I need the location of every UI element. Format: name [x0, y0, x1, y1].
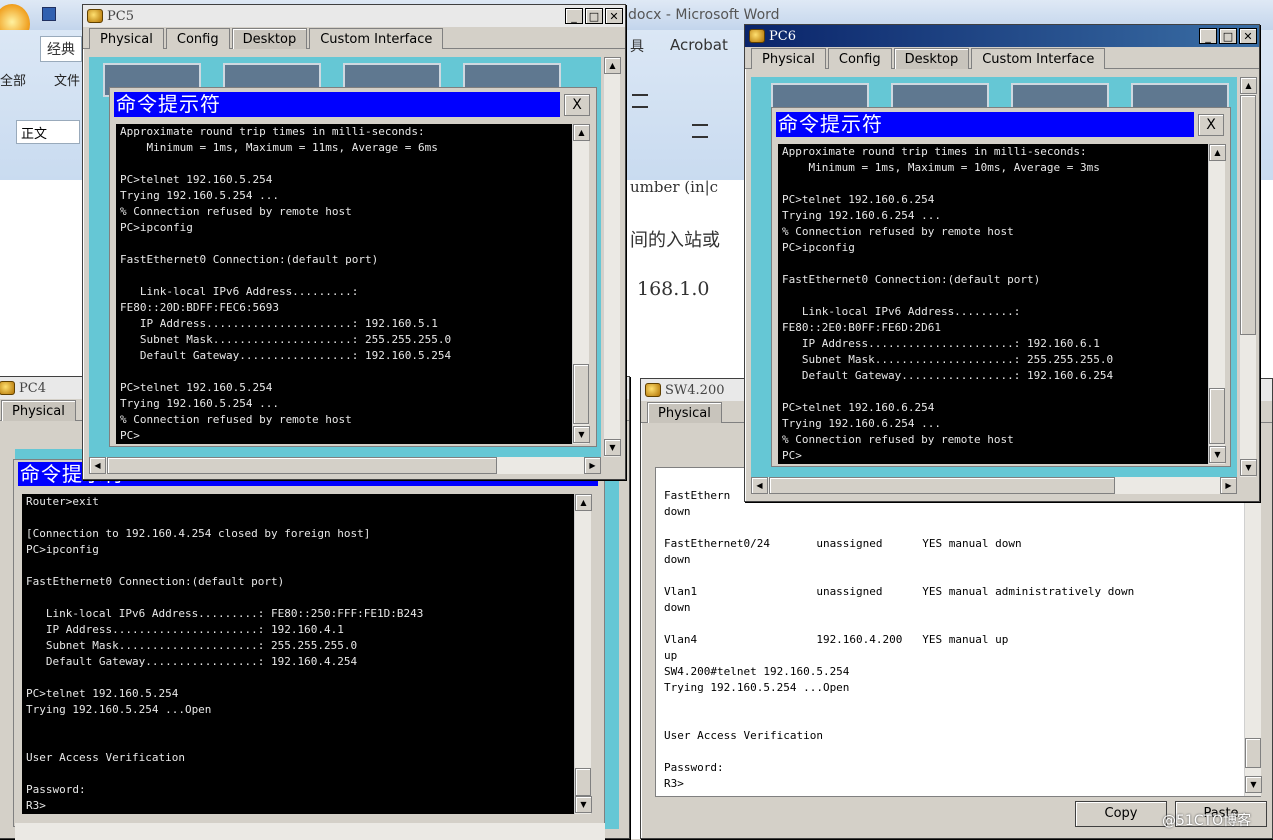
pc5-tabs: Physical Config Desktop Custom Interface [83, 27, 625, 49]
pc6-command-prompt: 命令提示符 X Approximate round trip times in … [771, 107, 1231, 467]
pc4-command-prompt: 命令提示符 Router>exit [Connection to 192.160… [13, 459, 605, 827]
tab-physical[interactable]: Physical [89, 28, 164, 49]
pc6-title: PC6 [769, 28, 796, 44]
pc5-window: PC5 _ □ ✕ Physical Config Desktop Custom… [82, 4, 626, 480]
tab-desktop[interactable]: Desktop [893, 48, 970, 69]
tab-custom-interface[interactable]: Custom Interface [971, 48, 1106, 69]
minimize-icon[interactable]: _ [565, 8, 583, 24]
scroll-left-icon[interactable]: ◀ [751, 477, 768, 494]
pc6-tabs: Physical Config Desktop Custom Interface [745, 47, 1259, 69]
cmd-close-button[interactable]: X [564, 94, 590, 116]
cmd-close-button[interactable]: X [1198, 114, 1224, 136]
pc6-outer-vscrollbar[interactable]: ▲ ▼ [1239, 77, 1257, 477]
pc6-vscrollbar[interactable]: ▲ ▼ [1208, 144, 1226, 464]
pc6-cmd-title: 命令提示符 [776, 112, 1194, 137]
scroll-right-icon[interactable]: ▶ [584, 457, 601, 474]
doc-text-line-3: 168.1.0 [637, 278, 710, 300]
scroll-left-icon[interactable]: ◀ [89, 457, 106, 474]
pc6-window: PC6 _ □ ✕ Physical Config Desktop Custom… [744, 24, 1260, 502]
maximize-icon[interactable]: □ [1219, 28, 1237, 44]
pc5-title: PC5 [107, 8, 134, 24]
pc5-titlebar[interactable]: PC5 _ □ ✕ [83, 5, 625, 27]
align-icon[interactable] [632, 94, 648, 108]
save-icon[interactable] [42, 7, 56, 21]
tab-custom-interface[interactable]: Custom Interface [309, 28, 444, 49]
maximize-icon[interactable]: □ [585, 8, 603, 24]
pc5-hscrollbar[interactable]: ◀ ▶ [89, 457, 601, 474]
doc-text-line-2: 间的入站或 [630, 230, 720, 251]
tab-config[interactable]: Config [165, 28, 230, 49]
word-title: docx - Microsoft Word [628, 7, 780, 23]
tab-physical[interactable]: Physical [1, 400, 76, 421]
pc4-vscrollbar[interactable]: ▲ ▼ [574, 494, 592, 814]
sw-scroll-thumb[interactable] [1245, 738, 1261, 768]
scroll-up-icon[interactable]: ▲ [1240, 77, 1257, 94]
scroll-up-icon[interactable]: ▲ [604, 57, 621, 74]
tab-config[interactable]: Config [827, 48, 892, 69]
ribbon-tab-acrobat[interactable]: Acrobat [670, 36, 728, 54]
ribbon-tab-classic[interactable]: 经典 [40, 36, 82, 62]
sw-cli-terminal[interactable]: FastEthern down FastEthernet0/24 unassig… [660, 488, 1240, 796]
scroll-down-icon[interactable]: ▼ [575, 796, 592, 813]
close-icon[interactable]: ✕ [1239, 28, 1257, 44]
close-icon[interactable]: ✕ [605, 8, 623, 24]
tab-physical[interactable]: Physical [647, 402, 722, 423]
pc5-command-prompt: 命令提示符 X Approximate round trip times in … [109, 87, 597, 447]
packet-tracer-icon [749, 29, 765, 43]
scroll-up-icon[interactable]: ▲ [1209, 144, 1226, 161]
pc4-terminal[interactable]: Router>exit [Connection to 192.160.4.254… [22, 494, 574, 814]
packet-tracer-icon [0, 381, 15, 395]
pc4-hscrollbar[interactable] [15, 823, 605, 840]
menu-all[interactable]: 全部 [0, 70, 26, 89]
menu-file[interactable]: 文件 [54, 70, 80, 89]
scroll-down-icon[interactable]: ▼ [1245, 776, 1262, 793]
pc5-vscrollbar[interactable]: ▲ ▼ [572, 124, 590, 444]
ribbon-tab-tools[interactable]: 具 [630, 36, 644, 56]
pc5-terminal[interactable]: Approximate round trip times in milli-se… [116, 124, 572, 444]
scroll-down-icon[interactable]: ▼ [573, 426, 590, 443]
scroll-down-icon[interactable]: ▼ [1240, 459, 1257, 476]
packet-tracer-icon [87, 9, 103, 23]
pc6-hscrollbar[interactable]: ◀ ▶ [751, 477, 1237, 494]
sw-cli-frame: FastEthern down FastEthernet0/24 unassig… [655, 467, 1262, 797]
scroll-down-icon[interactable]: ▼ [604, 439, 621, 456]
pc6-hscroll-thumb[interactable] [769, 477, 1115, 494]
tab-physical[interactable]: Physical [751, 48, 826, 69]
tab-desktop[interactable]: Desktop [231, 28, 308, 49]
watermark: @51CTO博客 [1162, 813, 1252, 829]
pc5-hscroll-thumb[interactable] [107, 457, 497, 474]
pc6-scroll-thumb[interactable] [1209, 388, 1225, 444]
scroll-right-icon[interactable]: ▶ [1220, 477, 1237, 494]
copy-button[interactable]: Copy [1075, 801, 1167, 827]
scroll-up-icon[interactable]: ▲ [575, 494, 592, 511]
list-icon[interactable] [692, 124, 708, 138]
pc5-cmd-title: 命令提示符 [114, 92, 560, 117]
style-box[interactable]: 正文 [16, 120, 80, 144]
pc5-outer-vscrollbar[interactable]: ▲ ▼ [603, 57, 621, 457]
pc6-terminal[interactable]: Approximate round trip times in milli-se… [778, 144, 1208, 464]
packet-tracer-icon [645, 383, 661, 397]
doc-text-line-1: umber (in|c [630, 178, 719, 196]
scroll-down-icon[interactable]: ▼ [1209, 446, 1226, 463]
sw-vscrollbar[interactable]: ▼ [1244, 468, 1262, 796]
pc4-scroll-thumb[interactable] [575, 768, 591, 796]
pc6-titlebar[interactable]: PC6 _ □ ✕ [745, 25, 1259, 47]
scroll-up-icon[interactable]: ▲ [573, 124, 590, 141]
minimize-icon[interactable]: _ [1199, 28, 1217, 44]
pc5-scroll-thumb[interactable] [573, 364, 589, 424]
pc6-outer-scroll-thumb[interactable] [1240, 95, 1256, 335]
